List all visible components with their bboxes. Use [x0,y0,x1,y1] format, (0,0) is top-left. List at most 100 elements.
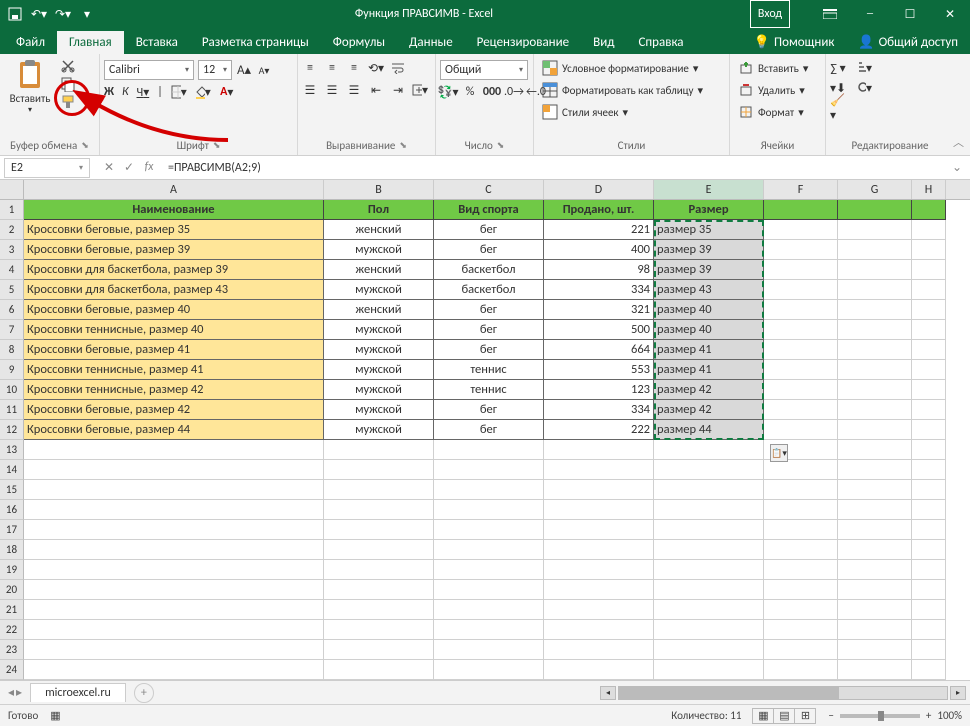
cell[interactable]: 334 [544,400,654,420]
cell[interactable]: мужской [324,420,434,440]
cell[interactable]: 321 [544,300,654,320]
indent-inc-icon[interactable]: ⇥ [390,82,406,98]
cell[interactable]: Кроссовки беговые, размер 40 [24,300,324,320]
cell[interactable] [434,540,544,560]
align-top-icon[interactable]: ≡ [302,60,318,76]
col-header[interactable]: E [654,180,764,199]
cell[interactable] [912,420,946,440]
col-header[interactable]: D [544,180,654,199]
cell[interactable] [912,520,946,540]
close-icon[interactable]: ✕ [930,0,970,28]
cell[interactable] [654,580,764,600]
cell[interactable]: Кроссовки беговые, размер 44 [24,420,324,440]
cell[interactable] [24,440,324,460]
cell[interactable] [654,660,764,680]
tab-data[interactable]: Данные [397,31,465,54]
cell[interactable] [764,400,838,420]
sheet-tab[interactable]: microexcel.ru [30,683,126,702]
cell[interactable] [764,620,838,640]
cell[interactable]: мужской [324,360,434,380]
cell[interactable] [764,200,838,220]
cell[interactable]: размер 42 [654,380,764,400]
save-icon[interactable] [4,2,26,26]
cell[interactable] [544,660,654,680]
cell[interactable]: размер 44 [654,420,764,440]
cell[interactable] [324,620,434,640]
cell[interactable] [912,480,946,500]
cell[interactable] [324,660,434,680]
cell[interactable] [912,320,946,340]
cell-styles-button[interactable]: Стили ячеек▾ [538,102,707,122]
cell[interactable]: размер 41 [654,340,764,360]
cell[interactable] [912,660,946,680]
cut-icon[interactable] [60,58,76,74]
cell[interactable]: Кроссовки беговые, размер 35 [24,220,324,240]
number-format-select[interactable]: Общий▾ [440,60,528,80]
cell[interactable] [912,600,946,620]
cell[interactable] [912,200,946,220]
tab-formulas[interactable]: Формулы [321,31,397,54]
cell[interactable]: теннис [434,380,544,400]
cell[interactable] [654,440,764,460]
cell[interactable] [434,660,544,680]
col-header[interactable]: C [434,180,544,199]
cell[interactable] [654,540,764,560]
cell[interactable] [324,520,434,540]
cell[interactable]: 334 [544,280,654,300]
cell[interactable]: Продано, шт. [544,200,654,220]
cell[interactable] [764,220,838,240]
grow-font-icon[interactable]: A▴ [236,62,252,78]
cell[interactable]: Пол [324,200,434,220]
cell[interactable] [434,500,544,520]
cell[interactable] [764,300,838,320]
cell[interactable] [544,540,654,560]
cell[interactable] [544,560,654,580]
cell[interactable] [912,540,946,560]
cell[interactable] [912,500,946,520]
dialog-launcher-icon[interactable]: ⬊ [497,140,505,151]
orientation-icon[interactable]: ⟲▾ [368,60,384,76]
cell[interactable] [24,660,324,680]
cell[interactable] [912,280,946,300]
cell[interactable]: бег [434,300,544,320]
cell[interactable]: бег [434,420,544,440]
cell[interactable] [838,240,912,260]
currency-icon[interactable]: 💱▾ [440,84,456,100]
cell[interactable] [764,500,838,520]
new-sheet-button[interactable]: + [134,683,154,703]
cell[interactable] [838,320,912,340]
cell[interactable] [434,620,544,640]
cell[interactable]: бег [434,340,544,360]
cell[interactable] [434,640,544,660]
expand-formula-icon[interactable]: ⌄ [944,160,970,175]
cell[interactable] [838,460,912,480]
cell[interactable]: размер 35 [654,220,764,240]
bold-button[interactable]: Ж [104,85,114,99]
cell[interactable]: бег [434,240,544,260]
cell[interactable] [838,280,912,300]
cell[interactable]: мужской [324,280,434,300]
cell[interactable]: 400 [544,240,654,260]
cell[interactable]: размер 41 [654,360,764,380]
cell[interactable] [24,560,324,580]
cell[interactable] [654,480,764,500]
cell[interactable] [434,560,544,580]
clear-icon[interactable]: 🧹▾ [830,100,846,116]
cell[interactable] [544,460,654,480]
cell[interactable] [764,280,838,300]
cell[interactable] [838,420,912,440]
cell[interactable]: баскетбол [434,280,544,300]
col-header[interactable]: B [324,180,434,199]
macro-rec-icon[interactable]: ▦ [50,709,60,722]
cell[interactable]: Вид спорта [434,200,544,220]
cell[interactable] [912,620,946,640]
cond-format-button[interactable]: Условное форматирование▾ [538,58,707,78]
cell[interactable]: баскетбол [434,260,544,280]
cell[interactable]: Размер [654,200,764,220]
italic-button[interactable]: К [122,85,129,99]
cell[interactable] [912,260,946,280]
cell[interactable]: размер 39 [654,260,764,280]
cell[interactable] [912,300,946,320]
cell[interactable] [324,580,434,600]
align-bot-icon[interactable]: ≡ [346,60,362,76]
